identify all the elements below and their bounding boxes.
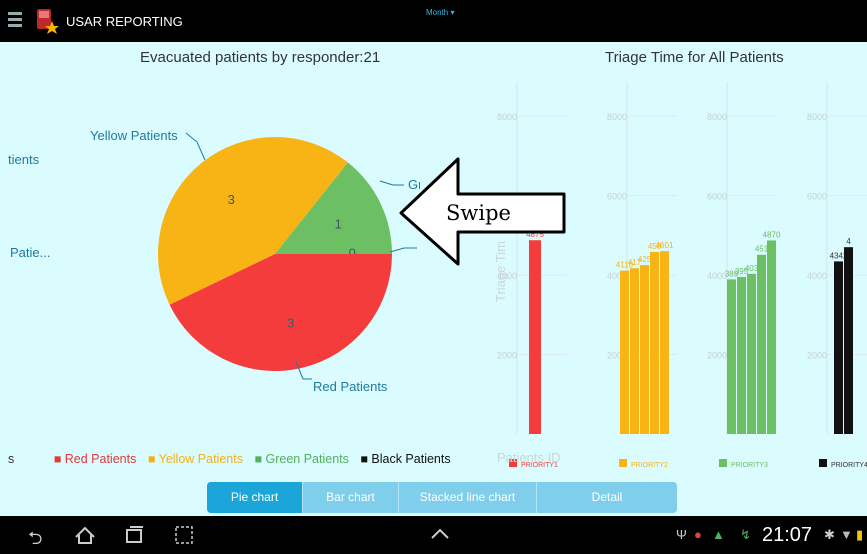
app-logo-icon <box>37 9 59 34</box>
back-icon[interactable]: ⮌ <box>28 526 42 554</box>
tab-stacked-line-chart[interactable]: Stacked line chart <box>399 482 537 513</box>
bar-y-tick-label: 6000 <box>707 192 727 202</box>
bar-priority4-2[interactable] <box>844 247 853 434</box>
home-icon[interactable] <box>74 525 96 545</box>
tab-pie-chart[interactable]: Pie chart <box>207 482 303 513</box>
tab-bar-chart[interactable]: Bar chart <box>303 482 399 513</box>
menu-icon[interactable] <box>8 12 22 30</box>
bar-value-label: 451 <box>755 245 769 254</box>
bar-y-tick-label: 8000 <box>707 112 727 122</box>
status-clock: 21:07 <box>762 524 813 546</box>
bar-value-label: 4601 <box>656 241 674 250</box>
chart-type-tabs: Pie chart Bar chart Stacked line chart D… <box>207 482 677 513</box>
app-title: USAR REPORTING <box>66 14 183 29</box>
bar-legend-swatch-priority3 <box>719 459 727 467</box>
month-tab[interactable]: Month ▾ <box>426 8 454 17</box>
legend-black-label: Black Patients <box>371 452 451 466</box>
bar-y-tick-label: 8000 <box>607 112 627 122</box>
bar-priority3-1[interactable] <box>727 279 736 434</box>
chevron-up-icon[interactable] <box>430 527 450 541</box>
usb-icon: Ψ <box>676 527 687 542</box>
bar-priority1-1[interactable] <box>529 240 541 434</box>
bar-priority2-1[interactable] <box>620 270 629 434</box>
bar-legend-swatch-priority2 <box>619 459 627 467</box>
bar-y-tick-label: 4000 <box>807 271 827 281</box>
bar-y-tick-label: 6000 <box>607 192 627 202</box>
bar-priority2-2[interactable] <box>630 268 639 434</box>
legend-red: ■ Red Patients <box>53 452 137 466</box>
content-area[interactable]: Evacuated patients by responder:21 Triag… <box>0 42 867 516</box>
bar-priority2-5[interactable] <box>660 251 669 434</box>
bar-priority3-4[interactable] <box>757 254 766 434</box>
month-tab-label: Month <box>426 8 449 17</box>
bar-priority3-5[interactable] <box>767 240 776 434</box>
bar-y-tick-label: 8000 <box>807 112 827 122</box>
recent-apps-icon[interactable] <box>124 525 144 545</box>
pie-callout-label-yellow: Yellow Patients <box>90 128 178 143</box>
bar-value-label: 4870 <box>763 230 781 239</box>
pie-callout-label-red: Red Patients <box>313 379 388 394</box>
legend-yellow-label: Yellow Patients <box>158 452 243 466</box>
bar-value-label: 4 <box>846 237 851 246</box>
notification-icon: ● <box>694 527 702 542</box>
legend-green: ■ Green Patients <box>254 452 349 466</box>
bar-legend-swatch-priority4 <box>819 459 827 467</box>
bluetooth-icon: ✱ <box>824 527 835 542</box>
bar-priority3-2[interactable] <box>737 276 746 434</box>
legend-yellow: ■ Yellow Patients <box>147 452 243 466</box>
pie-legend: s ■ Red Patients ■ Yellow Patients ■ Gre… <box>8 452 459 466</box>
swipe-arrow-icon: Swipe <box>399 157 566 266</box>
bar-x-axis-label: Patients ID <box>497 450 561 465</box>
legend-green-label: Green Patients <box>265 452 349 466</box>
bar-priority2-4[interactable] <box>650 251 659 434</box>
tab-detail[interactable]: Detail <box>537 482 677 513</box>
pie-callout-line-yellow <box>185 132 206 161</box>
android-icon: ▲ <box>712 527 725 542</box>
bar-y-tick-label: 2000 <box>807 351 827 361</box>
legend-prefix: s <box>8 452 15 466</box>
pie-value-label-green: 1 <box>335 217 342 232</box>
bar-legend-label-priority4: PRIORITY4 <box>831 462 867 469</box>
bar-legend-label-priority2: PRIORITY2 <box>631 462 668 469</box>
battery-icon: ▮ <box>856 527 864 542</box>
pie-value-label-red: 3 <box>287 315 294 330</box>
bar-priority2-3[interactable] <box>640 265 649 434</box>
legend-black: ■ Black Patients <box>360 452 451 466</box>
bar-legend-label-priority3: PRIORITY3 <box>731 462 768 469</box>
system-nav-bar: ⮌ Ψ ● ▲ ↯ 21:07 ✱ ▼ ▮ <box>0 516 867 554</box>
swipe-label: Swipe <box>446 201 511 225</box>
bar-y-tick-label: 8000 <box>497 112 517 122</box>
bar-y-tick-label: 2000 <box>497 351 517 361</box>
bar-y-tick-label: 2000 <box>707 351 727 361</box>
pie-value-label-yellow: 3 <box>228 192 235 207</box>
screenshot-icon[interactable] <box>174 525 194 545</box>
bar-value-label: 403 <box>745 264 759 273</box>
bar-priority4-1[interactable] <box>834 261 843 434</box>
signal-icon: ↯ <box>740 527 751 542</box>
legend-red-label: Red Patients <box>64 452 137 466</box>
action-bar: USAR REPORTING Month ▾ <box>0 0 867 42</box>
bar-value-label: 425 <box>638 255 652 264</box>
bar-priority3-3[interactable] <box>747 273 756 434</box>
pie-chart[interactable]: 3103Yellow PatientsGreBlack Pat...Red Pa… <box>0 42 420 442</box>
bar-y-tick-label: 6000 <box>807 192 827 202</box>
wifi-icon: ▼ <box>840 527 853 542</box>
